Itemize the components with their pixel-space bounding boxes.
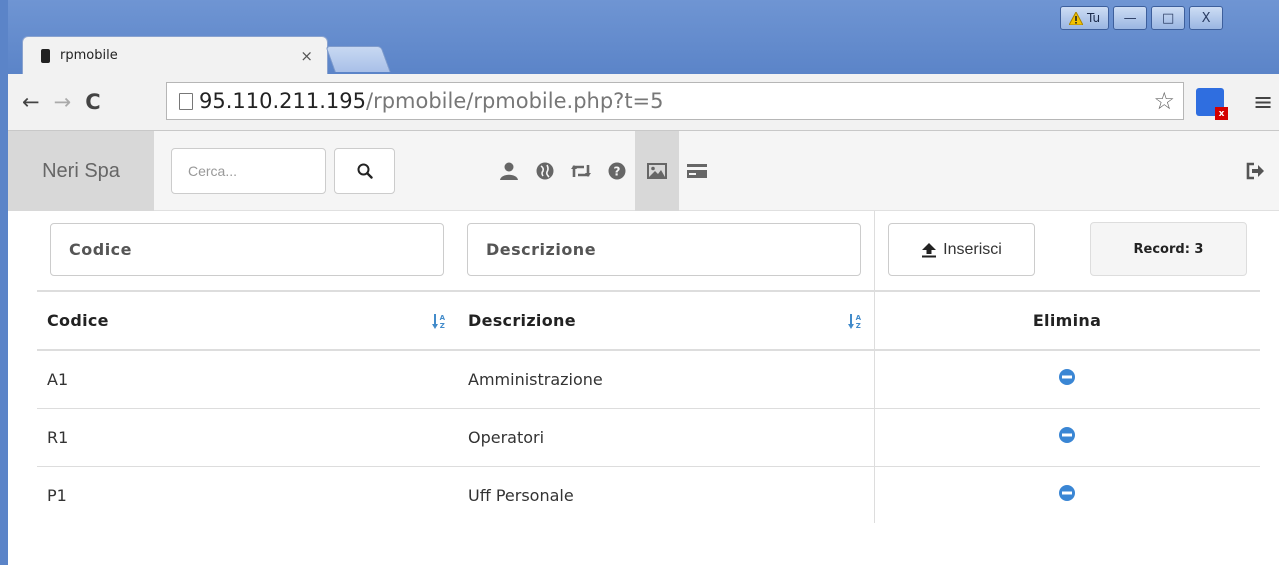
- cell-descrizione: Uff Personale: [468, 485, 574, 505]
- svg-text:A: A: [856, 314, 862, 322]
- url-host: 95.110.211.195: [199, 89, 366, 113]
- insert-button[interactable]: Inserisci: [888, 223, 1035, 276]
- codice-filter-input[interactable]: [50, 223, 444, 276]
- header-codice-label: Codice: [47, 311, 109, 330]
- header-descrizione[interactable]: Descrizione AZ: [458, 290, 874, 351]
- maximize-button[interactable]: □: [1151, 6, 1186, 30]
- minimize-button[interactable]: —: [1113, 6, 1148, 30]
- table-row[interactable]: A1 Amministrazione: [37, 350, 1260, 409]
- upload-icon: [922, 242, 937, 257]
- logout-button[interactable]: [1245, 161, 1265, 186]
- cell-codice: A1: [37, 350, 458, 409]
- window-border: [0, 0, 8, 565]
- mobile-favicon-icon: [41, 48, 50, 63]
- header-descrizione-label: Descrizione: [468, 311, 576, 330]
- nav-globe[interactable]: [527, 131, 563, 211]
- warning-icon: [1069, 11, 1083, 25]
- nav-card[interactable]: [679, 131, 715, 211]
- delete-minus-icon[interactable]: [1058, 426, 1076, 444]
- search-button[interactable]: [334, 148, 395, 194]
- logout-icon: [1246, 162, 1264, 180]
- nav-pictures[interactable]: [635, 131, 679, 211]
- extension-icon[interactable]: x: [1196, 88, 1228, 120]
- browser-window: Tu — □ X rpmobile × ← → C 95.110.211.195…: [0, 0, 1279, 565]
- reload-icon[interactable]: C: [85, 90, 100, 114]
- new-tab-button[interactable]: [325, 46, 391, 72]
- cell-elimina: [874, 408, 1260, 467]
- user-badge-label: Tu: [1087, 11, 1101, 25]
- url-path: /rpmobile/rpmobile.php?t=5: [366, 89, 664, 113]
- search-icon: [357, 163, 373, 179]
- browser-toolbar: ← → C 95.110.211.195/rpmobile/rpmobile.p…: [8, 74, 1279, 131]
- address-bar[interactable]: 95.110.211.195/rpmobile/rpmobile.php?t=5…: [166, 82, 1184, 120]
- sort-ascending-icon[interactable]: AZ: [848, 312, 862, 330]
- cell-descrizione: Operatori: [458, 408, 874, 467]
- tab-close-icon[interactable]: ×: [300, 47, 313, 65]
- back-arrow-icon[interactable]: ←: [22, 90, 40, 114]
- globe-icon: [536, 162, 554, 180]
- nav-help[interactable]: ?: [599, 131, 635, 211]
- retweet-icon: [571, 165, 591, 177]
- browser-tab[interactable]: rpmobile ×: [22, 36, 328, 74]
- brand[interactable]: Neri Spa: [8, 131, 154, 211]
- table-header-row: Codice AZ Descrizione AZ Elimina: [37, 290, 1260, 351]
- tab-title: rpmobile: [60, 48, 118, 63]
- svg-text:Z: Z: [856, 322, 861, 330]
- cell-elimina: [874, 466, 1260, 524]
- app-navbar: Neri Spa ?: [8, 131, 1279, 211]
- cell-elimina: [874, 350, 1260, 409]
- close-window-button[interactable]: X: [1189, 6, 1224, 30]
- insert-button-label: Inserisci: [943, 240, 1002, 258]
- descrizione-filter-input[interactable]: [467, 223, 861, 276]
- delete-minus-icon[interactable]: [1058, 484, 1076, 502]
- svg-text:Z: Z: [440, 322, 445, 330]
- nav-icon-bar: ?: [491, 131, 715, 211]
- svg-text:A: A: [440, 314, 446, 322]
- delete-minus-icon[interactable]: [1058, 368, 1076, 386]
- cell-codice: R1: [37, 408, 458, 467]
- search-input[interactable]: [171, 148, 326, 194]
- page-icon: [179, 92, 193, 110]
- credit-card-icon: [687, 164, 707, 178]
- picture-icon: [647, 163, 667, 179]
- nav-user[interactable]: [491, 131, 527, 211]
- header-codice[interactable]: Codice AZ: [37, 290, 458, 351]
- nav-buttons: ← → C: [22, 90, 101, 114]
- user-badge[interactable]: Tu: [1060, 6, 1110, 30]
- chrome-menu-icon[interactable]: ≡: [1253, 88, 1273, 116]
- record-count-badge: Record: 3: [1090, 222, 1247, 276]
- header-elimina: Elimina: [874, 290, 1260, 351]
- table-row[interactable]: R1 Operatori: [37, 408, 1260, 467]
- cell-descrizione: Amministrazione: [458, 350, 874, 409]
- svg-text:?: ?: [614, 165, 621, 179]
- cell-codice: P1: [47, 485, 67, 505]
- table-row[interactable]: P1 Uff Personale: [37, 466, 1260, 524]
- data-table: Codice AZ Descrizione AZ Elimina A1 Ammi…: [37, 290, 1260, 524]
- extension-error-icon: x: [1215, 107, 1228, 120]
- window-controls: Tu — □ X: [1060, 6, 1224, 30]
- sort-ascending-icon[interactable]: AZ: [432, 312, 446, 330]
- question-icon: ?: [608, 162, 626, 180]
- bookmark-star-icon[interactable]: ☆: [1153, 87, 1175, 115]
- user-icon: [500, 162, 518, 180]
- nav-retweet[interactable]: [563, 131, 599, 211]
- forward-arrow-icon[interactable]: →: [54, 90, 72, 114]
